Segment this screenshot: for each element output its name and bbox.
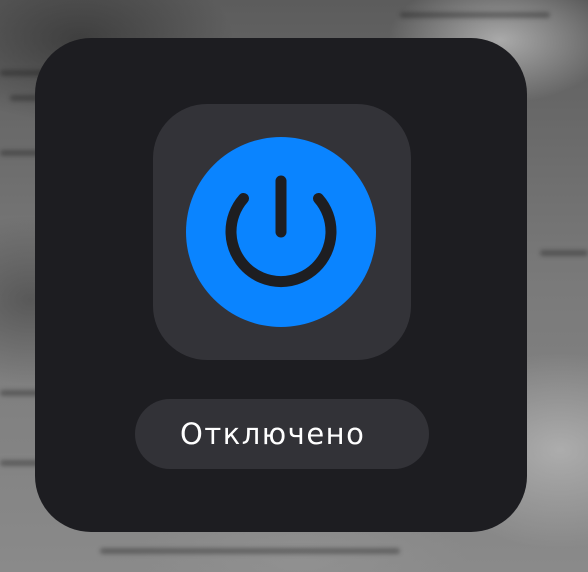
status-label: Отключено <box>180 417 366 451</box>
power-icon <box>225 175 337 287</box>
status-pill[interactable]: Отключено <box>135 399 429 469</box>
power-tile[interactable] <box>153 104 411 360</box>
power-toggle-button[interactable] <box>186 137 376 327</box>
